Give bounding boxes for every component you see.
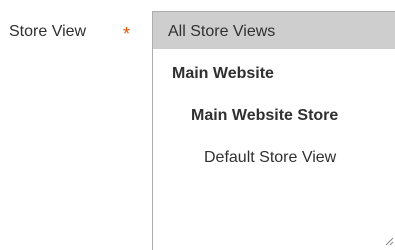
option-all-store-views[interactable]: All Store Views <box>153 12 395 49</box>
store-view-label: Store View <box>9 23 87 40</box>
required-asterisk: * <box>123 24 131 44</box>
option-main-website[interactable]: Main Website <box>172 62 274 86</box>
resize-grip-icon[interactable] <box>385 237 394 246</box>
option-default-store-view[interactable]: Default Store View <box>204 146 336 170</box>
store-view-multiselect[interactable]: All Store Views Main Website Main Websit… <box>152 11 395 250</box>
option-main-website-store[interactable]: Main Website Store <box>191 104 338 128</box>
